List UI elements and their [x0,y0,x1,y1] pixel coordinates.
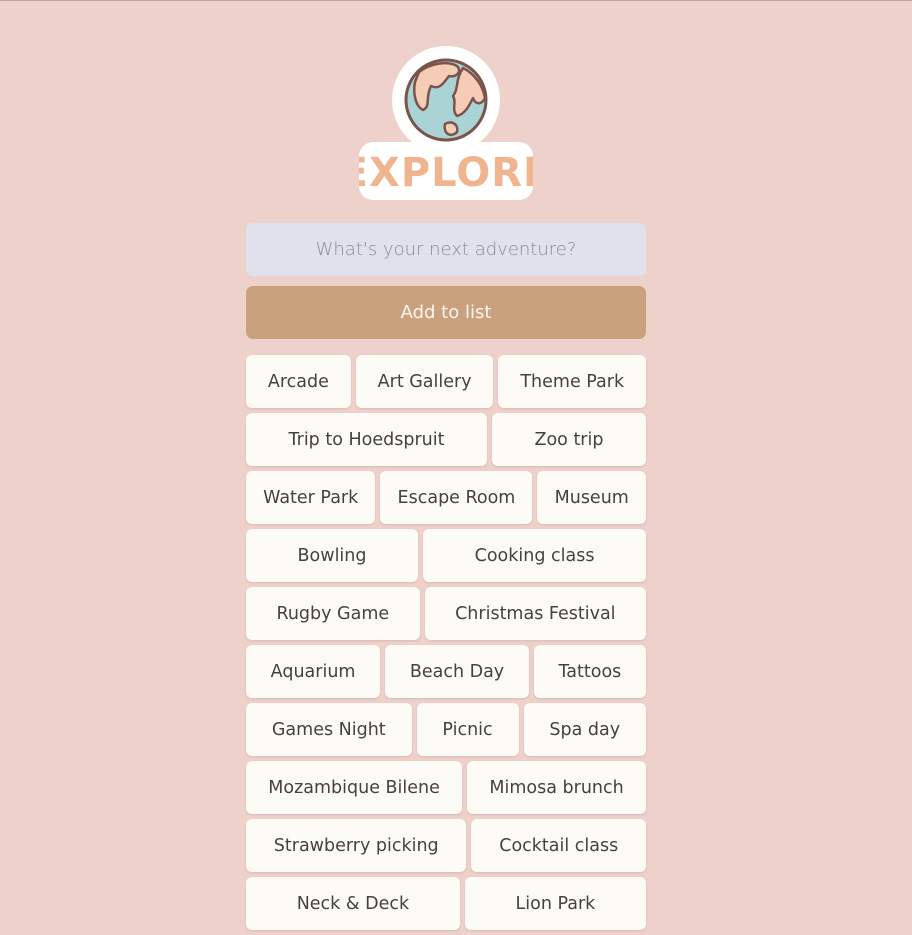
list-item[interactable]: Rugby Game [246,587,420,640]
list-item[interactable]: Zoo trip [491,413,646,466]
list-item[interactable]: Mozambique Bilene [246,761,463,814]
list-item[interactable]: Games Night [246,703,412,756]
adventure-list: Arcade Art Gallery Theme Park Trip to Hoeds… [246,355,647,935]
item-row: Aquarium Beach Day Tattoos [246,645,646,698]
item-row: Arcade Art Gallery Theme Park [246,355,646,408]
list-item[interactable]: Museum [537,471,646,524]
list-item[interactable]: Cooking class [423,529,647,582]
list-item[interactable]: Neck & Deck [246,877,460,930]
list-item[interactable]: Theme Park [498,355,646,408]
item-row: Mozambique Bilene Mimosa brunch [246,761,647,814]
list-item[interactable]: Strawberry picking [246,819,467,872]
logo-text: EXPLORE [359,150,533,196]
list-item[interactable]: Spa day [523,703,646,756]
item-row: Water Park Escape Room Museum [246,471,646,524]
list-item[interactable]: Tattoos [533,645,646,698]
item-row: Games Night Picnic Spa day [246,703,646,756]
item-row: Bowling Cooking class [246,529,647,582]
item-row: Strawberry picking Cocktail class [246,819,646,872]
list-item[interactable]: Bowling [246,529,419,582]
list-item[interactable]: Escape Room [380,471,533,524]
explore-logo: EXPLORE [359,46,533,200]
list-item[interactable]: Arcade [246,355,351,408]
add-to-list-button[interactable]: Add to list [246,286,646,339]
adventure-input[interactable] [246,223,646,276]
item-row: Trip to Hoedspruit Zoo trip [246,413,646,466]
top-border [0,0,912,1]
list-item[interactable]: Trip to Hoedspruit [246,413,487,466]
list-item[interactable]: Cocktail class [471,819,646,872]
item-row: Rugby Game Christmas Festival [246,587,647,640]
list-item[interactable]: Art Gallery [355,355,494,408]
list-item[interactable]: Mimosa brunch [467,761,647,814]
globe-icon [404,58,488,142]
list-item[interactable]: Christmas Festival [424,587,647,640]
item-row: Neck & Deck Lion Park [246,877,646,930]
list-item[interactable]: Water Park [246,471,376,524]
list-item[interactable]: Beach Day [385,645,529,698]
list-item[interactable]: Aquarium [246,645,381,698]
list-item[interactable]: Picnic [416,703,519,756]
list-item[interactable]: Lion Park [464,877,646,930]
